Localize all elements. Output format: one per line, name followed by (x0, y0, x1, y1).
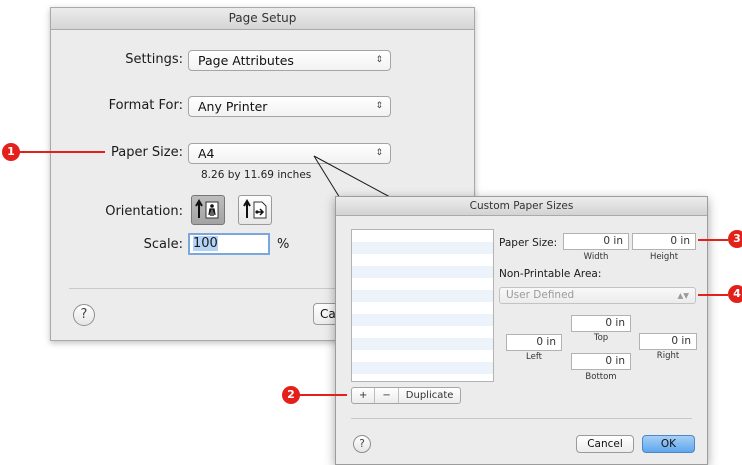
orientation-label: Orientation: (105, 204, 183, 219)
portrait-icon (195, 199, 219, 219)
callout-4: 4 (728, 285, 742, 303)
format-for-popup[interactable]: Any Printer ⇕ (188, 96, 391, 117)
top-margin-field[interactable]: 0 in (571, 315, 631, 332)
updown-arrows-icon: ⇕ (375, 55, 383, 65)
portrait-orientation-button[interactable] (191, 195, 225, 225)
remove-button[interactable]: − (375, 388, 399, 403)
page-setup-title: Page Setup (51, 8, 474, 30)
bottom-margin-label: Bottom (585, 372, 617, 382)
custom-paper-size-label: Paper Size: (499, 237, 558, 249)
paper-size-list[interactable] (351, 229, 494, 382)
height-field[interactable]: 0 in (632, 233, 696, 250)
right-margin-label: Right (656, 351, 680, 361)
updown-arrows-icon: ⇕ (375, 148, 383, 158)
scale-unit: % (277, 237, 290, 252)
left-margin-field[interactable]: 0 in (506, 334, 562, 351)
duplicate-button[interactable]: Duplicate (399, 388, 461, 403)
paper-size-value: A4 (198, 146, 215, 161)
non-printable-label: Non-Printable Area: (499, 268, 602, 280)
add-button[interactable]: + (352, 388, 376, 403)
paper-size-popup[interactable]: A4 ⇕ (188, 143, 391, 164)
settings-label: Settings: (125, 52, 183, 67)
scale-input[interactable]: 100 (188, 233, 270, 255)
separator (351, 418, 692, 419)
width-field[interactable]: 0 in (563, 233, 629, 250)
format-for-value: Any Printer (198, 99, 268, 114)
landscape-orientation-button[interactable] (238, 195, 272, 225)
help-button[interactable]: ? (73, 304, 95, 326)
callout-3-line (698, 239, 728, 241)
help-button[interactable]: ? (353, 435, 371, 453)
cancel-button[interactable]: Cancel (576, 435, 634, 453)
callout-1-line (18, 151, 105, 153)
updown-arrows-icon: ⇕ (375, 101, 383, 111)
non-printable-value: User Defined (506, 289, 575, 301)
width-label: Width (583, 252, 609, 262)
callout-3: 3 (728, 230, 742, 248)
height-label: Height (649, 252, 679, 262)
callout-4-line (698, 294, 728, 296)
top-margin-label: Top (593, 333, 609, 343)
scale-label: Scale: (143, 237, 183, 252)
left-margin-label: Left (526, 352, 542, 362)
updown-arrows-icon: ▲▼ (677, 291, 689, 300)
custom-paper-sizes-dialog: Custom Paper Sizes + − Duplicate Paper S… (335, 196, 708, 465)
format-for-label: Format For: (108, 98, 183, 113)
callout-2-line (298, 394, 347, 396)
settings-value: Page Attributes (198, 53, 294, 68)
right-margin-field[interactable]: 0 in (639, 333, 697, 350)
ok-button[interactable]: OK (642, 435, 695, 453)
list-controls: + − Duplicate (351, 387, 462, 404)
paper-dimensions: 8.26 by 11.69 inches (201, 169, 312, 181)
landscape-icon (243, 199, 267, 219)
custom-paper-title: Custom Paper Sizes (336, 197, 707, 216)
bottom-margin-field[interactable]: 0 in (571, 353, 631, 370)
non-printable-popup[interactable]: User Defined ▲▼ (499, 287, 696, 304)
scale-value: 100 (193, 236, 218, 251)
settings-popup[interactable]: Page Attributes ⇕ (188, 50, 391, 71)
